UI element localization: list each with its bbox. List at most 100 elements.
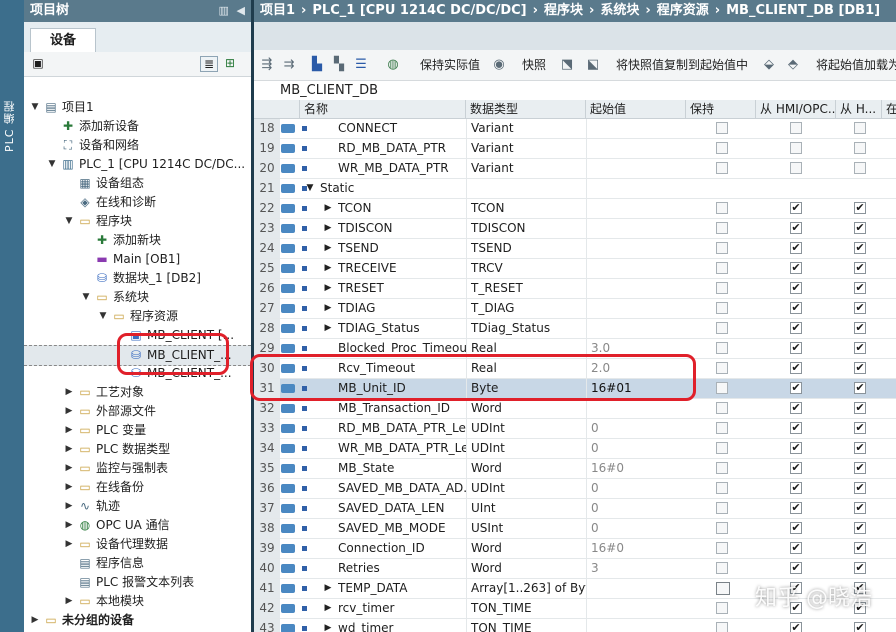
cell-name[interactable]: TRESET (338, 279, 466, 298)
cell-name[interactable]: Connection_ID (338, 539, 466, 558)
tree-item[interactable]: ▶ ▭ 外部源文件 (24, 402, 251, 421)
add-item-icon[interactable]: ⊞ (222, 56, 238, 70)
cell-name[interactable]: TCON (338, 199, 466, 218)
cell-type[interactable] (466, 179, 586, 198)
cell-type[interactable]: TON_TIME (466, 619, 586, 632)
header-name[interactable]: 名称 (300, 100, 466, 118)
hmi-visible-checkbox[interactable]: ✔ (854, 242, 866, 254)
tree-item[interactable]: ▣ MB_CLIENT [... (24, 326, 251, 345)
retain-checkbox[interactable] (716, 602, 728, 614)
cell-start-value[interactable] (586, 319, 686, 338)
retain-checkbox[interactable] (716, 262, 728, 274)
expand-arrow-icon[interactable]: ▶ (323, 599, 333, 618)
tree-item[interactable]: ▶ ▭ PLC 数据类型 (24, 440, 251, 459)
expand-arrow-icon[interactable]: ▶ (64, 592, 74, 611)
hmi-opc-checkbox[interactable]: ✔ (790, 222, 802, 234)
hmi-visible-checkbox[interactable]: ✔ (854, 302, 866, 314)
cell-type[interactable]: T_RESET (466, 279, 586, 298)
cell-start-value[interactable]: 0 (586, 439, 686, 458)
table-row[interactable]: 26 ▶ TRESET T_RESET ✔ ✔ (254, 279, 896, 299)
expand-icon[interactable]: ▙ (308, 56, 326, 74)
insert-row-icon[interactable]: ⇶ (258, 56, 276, 74)
expand-arrow-icon[interactable]: ▶ (323, 579, 333, 598)
collapse-panel-icon[interactable]: ◀ (237, 4, 245, 17)
expand-arrow-icon[interactable]: ▶ (323, 319, 333, 338)
cell-name[interactable]: Rcv_Timeout (338, 359, 466, 378)
hmi-visible-checkbox[interactable]: ✔ (854, 202, 866, 214)
hmi-opc-checkbox[interactable]: ✔ (790, 522, 802, 534)
retain-checkbox[interactable] (716, 142, 728, 154)
tree-item[interactable]: ▼ ▭ 程序块 (24, 212, 251, 231)
list-icon[interactable]: ☰ (352, 56, 370, 74)
table-row[interactable]: 32 MB_Transaction_ID Word ✔ ✔ (254, 399, 896, 419)
expand-arrow-icon[interactable]: ▶ (323, 299, 333, 318)
cell-type[interactable]: TDISCON (466, 219, 586, 238)
cell-name[interactable]: TRECEIVE (338, 259, 466, 278)
expand-arrow-icon[interactable]: ▶ (323, 259, 333, 278)
expand-arrow-icon[interactable]: ▶ (64, 535, 74, 554)
tab-devices[interactable]: 设备 (30, 28, 96, 53)
header-start[interactable]: 起始值 (586, 100, 686, 118)
cell-type[interactable]: Variant (466, 159, 586, 178)
hmi-opc-checkbox[interactable]: ✔ (790, 202, 802, 214)
cell-name[interactable]: CONNECT (338, 119, 466, 138)
hmi-visible-checkbox[interactable]: ✔ (854, 622, 866, 632)
load-start-button[interactable]: 将起始值加载为 (816, 56, 896, 74)
expand-arrow-icon[interactable]: ▶ (323, 279, 333, 298)
cell-name[interactable]: TDISCON (338, 219, 466, 238)
transfer-icon[interactable]: ⬕ (584, 56, 602, 74)
cell-type[interactable]: Real (466, 339, 586, 358)
hmi-opc-checkbox[interactable]: ✔ (790, 242, 802, 254)
hmi-opc-checkbox[interactable]: ✔ (790, 382, 802, 394)
cell-name[interactable]: MB_Unit_ID (338, 379, 466, 398)
retain-checkbox[interactable] (716, 542, 728, 554)
table-row[interactable]: 28 ▶ TDIAG_Status TDiag_Status ✔ ✔ (254, 319, 896, 339)
hmi-visible-checkbox[interactable]: ✔ (854, 282, 866, 294)
hmi-visible-checkbox[interactable] (854, 122, 866, 134)
cell-name[interactable]: wd_timer (338, 619, 466, 632)
header-type[interactable]: 数据类型 (466, 100, 586, 118)
table-row[interactable]: 18 CONNECT Variant (254, 119, 896, 139)
collapse-arrow-icon[interactable]: ▼ (47, 155, 57, 174)
tree-item[interactable]: ▼ ▭ 系统块 (24, 288, 251, 307)
cell-start-value[interactable] (586, 199, 686, 218)
cell-start-value[interactable] (586, 399, 686, 418)
hmi-visible-checkbox[interactable]: ✔ (854, 322, 866, 334)
hmi-opc-checkbox[interactable]: ✔ (790, 422, 802, 434)
breadcrumb-item[interactable]: MB_CLIENT_DB [DB1] (726, 3, 880, 18)
expand-arrow-icon[interactable]: ▶ (323, 619, 333, 632)
cell-name[interactable]: TSEND (338, 239, 466, 258)
copy-snapshot-button[interactable]: 将快照值复制到起始值中 (616, 56, 748, 74)
header-hmi2[interactable]: 从 H... (836, 100, 882, 118)
tree-item[interactable]: ▶ ▭ 未分组的设备 (24, 611, 251, 630)
tree-item[interactable]: ◈ 在线和诊断 (24, 193, 251, 212)
retain-checkbox[interactable] (716, 442, 728, 454)
cell-start-value[interactable] (586, 119, 686, 138)
tree-item[interactable]: ▤ PLC 报警文本列表 (24, 573, 251, 592)
collapse-icon[interactable]: ▚ (330, 56, 348, 74)
tree-item[interactable]: ▼ ▤ 项目1 (24, 98, 251, 117)
hmi-visible-checkbox[interactable]: ✔ (854, 542, 866, 554)
cell-start-value[interactable]: 2.0 (586, 359, 686, 378)
cell-type[interactable]: TSEND (466, 239, 586, 258)
expand-arrow-icon[interactable]: ▶ (64, 478, 74, 497)
hmi-opc-checkbox[interactable]: ✔ (790, 502, 802, 514)
retain-checkbox[interactable] (716, 322, 728, 334)
cell-start-value[interactable]: 3.0 (586, 339, 686, 358)
cell-name[interactable]: Retries (338, 559, 466, 578)
hmi-visible-checkbox[interactable]: ✔ (854, 562, 866, 574)
cell-type[interactable]: Word (466, 539, 586, 558)
tree-item[interactable]: ▤ 程序信息 (24, 554, 251, 573)
cell-start-value[interactable] (586, 219, 686, 238)
cell-type[interactable]: USInt (466, 519, 586, 538)
cell-start-value[interactable]: 3 (586, 559, 686, 578)
retain-checkbox[interactable] (716, 522, 728, 534)
breadcrumb-item[interactable]: 项目1 (260, 3, 295, 18)
cell-start-value[interactable] (586, 299, 686, 318)
cell-start-value[interactable] (586, 579, 686, 598)
cell-type[interactable]: Word (466, 459, 586, 478)
cell-start-value[interactable] (586, 179, 686, 198)
tree-item[interactable]: ▶ ▭ 监控与强制表 (24, 459, 251, 478)
cell-start-value[interactable]: 0 (586, 519, 686, 538)
cell-name[interactable]: MB_Transaction_ID (338, 399, 466, 418)
